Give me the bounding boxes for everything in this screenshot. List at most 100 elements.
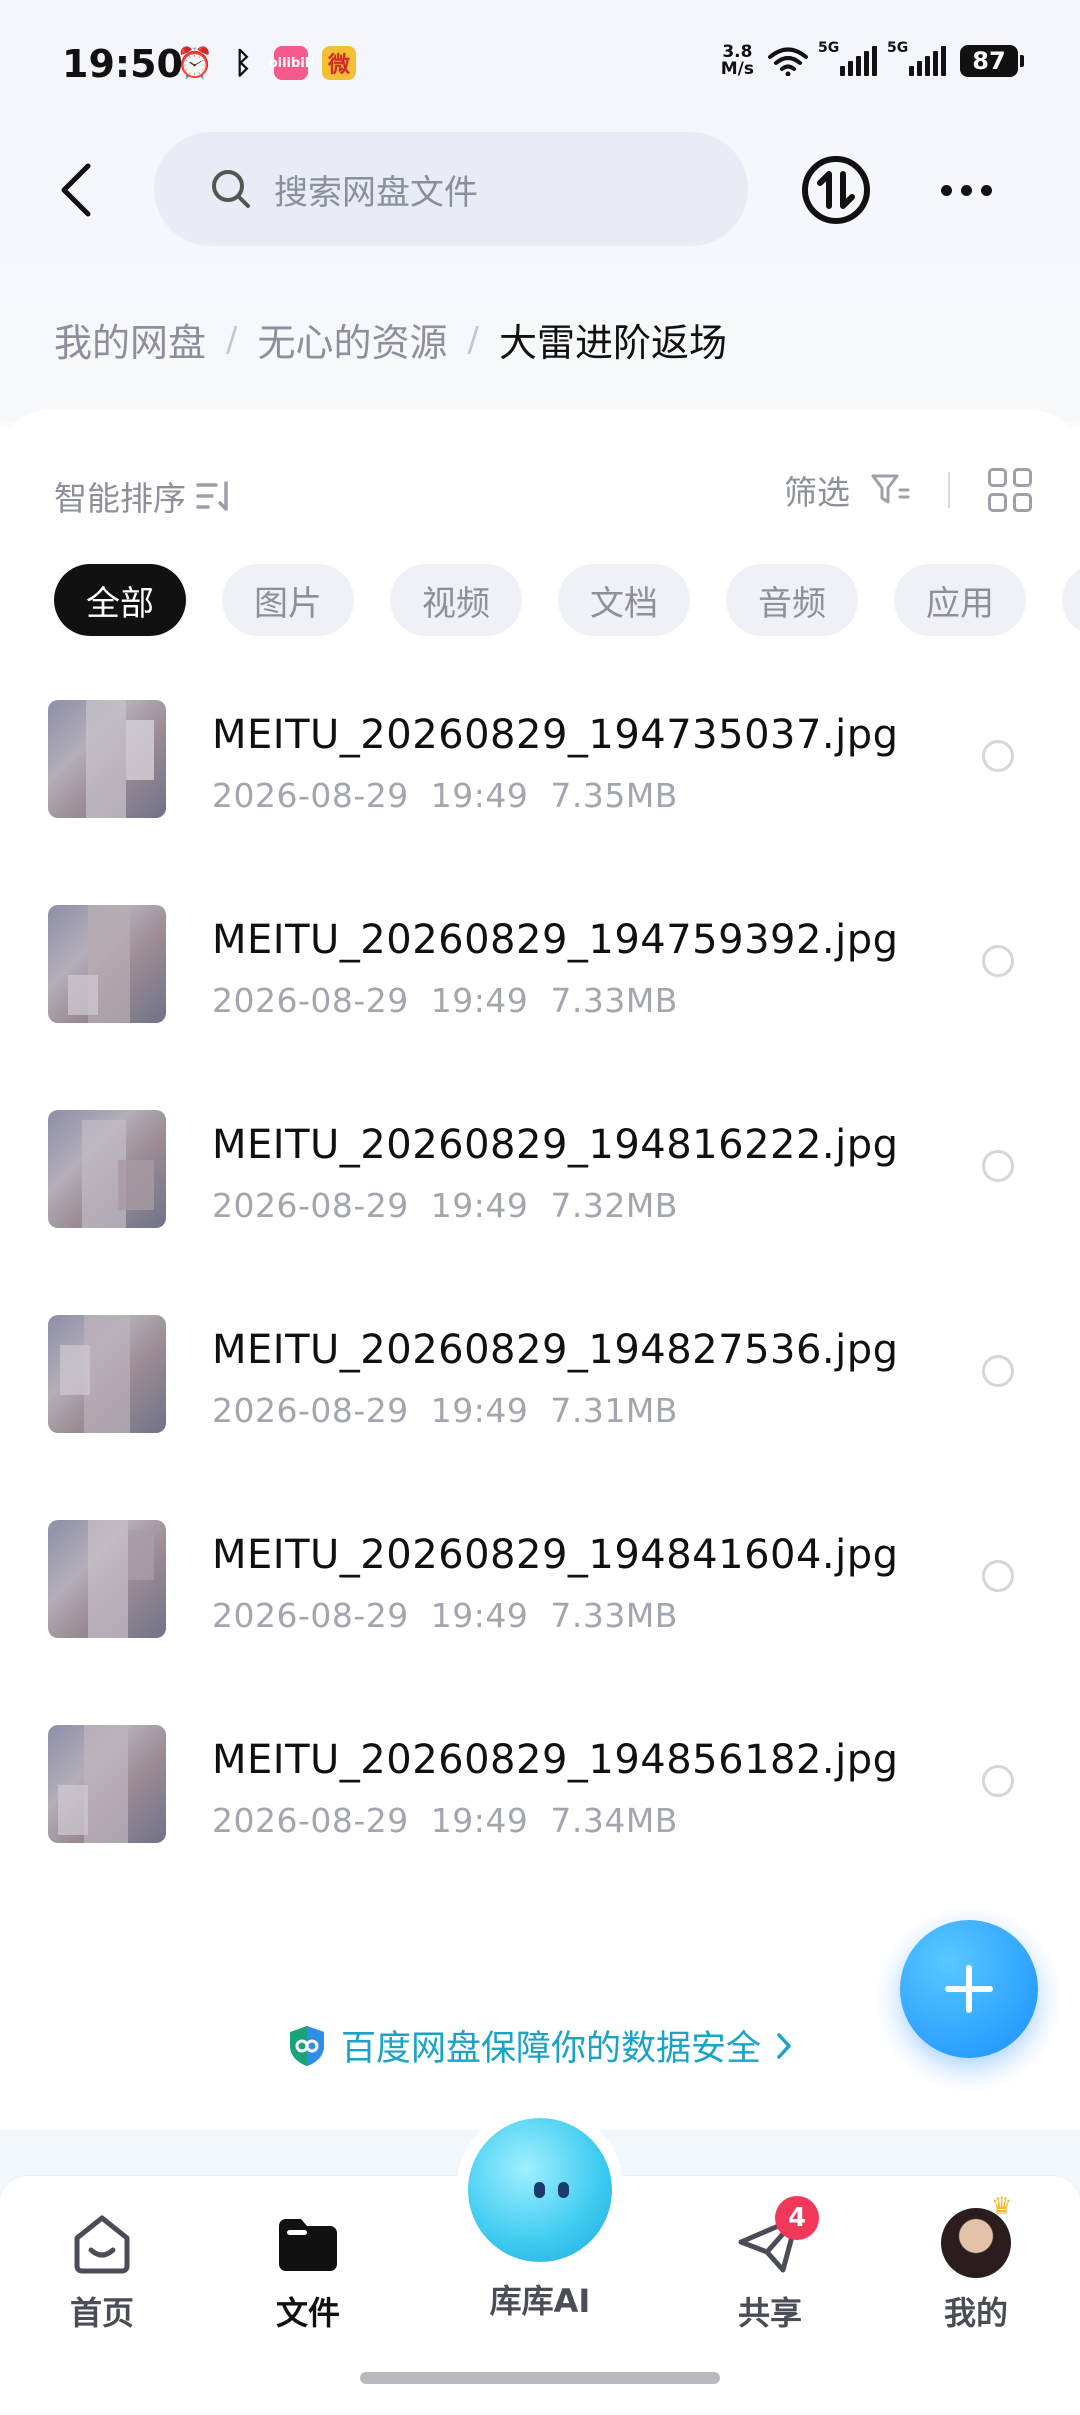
network-speed-unit: M/s (720, 59, 754, 79)
home-indicator (360, 2372, 720, 2384)
file-meta: 2026-08-29 19:49 7.35MB (212, 776, 678, 815)
add-button[interactable] (900, 1920, 1038, 2058)
chip-all[interactable]: 全部 (54, 564, 186, 636)
file-row[interactable]: MEITU_20260829_194759392.jpg 2026-08-29 … (0, 877, 1080, 1082)
filter-button[interactable]: 筛选 (784, 466, 850, 514)
nav-me[interactable]: ♛ 我的 (896, 2192, 1056, 2334)
file-time: 19:49 (430, 1596, 529, 1635)
chip-more-partial[interactable] (1062, 564, 1080, 636)
toolbar-divider (948, 472, 950, 508)
nav-files-label: 文件 (275, 2294, 340, 2332)
file-date: 2026-08-29 (212, 1596, 409, 1635)
breadcrumb-item-folder[interactable]: 无心的资源 (257, 312, 447, 367)
file-date: 2026-08-29 (212, 1801, 409, 1840)
nav-home-label: 首页 (69, 2294, 134, 2332)
category-chips: 全部 图片 视频 文档 音频 应用 (54, 564, 1080, 636)
file-row[interactable]: MEITU_20260829_194856182.jpg 2026-08-29 … (0, 1697, 1080, 1902)
file-row[interactable]: MEITU_20260829_194735037.jpg 2026-08-29 … (0, 672, 1080, 877)
file-meta: 2026-08-29 19:49 7.33MB (212, 1596, 678, 1635)
file-thumbnail (48, 1110, 166, 1228)
home-icon (74, 2215, 130, 2274)
file-meta: 2026-08-29 19:49 7.34MB (212, 1801, 678, 1840)
filter-icon[interactable] (870, 472, 910, 508)
file-size: 7.33MB (550, 1596, 678, 1635)
file-thumbnail (48, 1520, 166, 1638)
search-input[interactable]: 搜索网盘文件 (154, 132, 748, 246)
select-radio[interactable] (982, 1560, 1014, 1592)
security-text: 百度网盘保障你的数据安全 (340, 2029, 761, 2069)
back-button[interactable] (40, 150, 110, 230)
back-arrow-icon (61, 163, 91, 217)
nav-share[interactable]: 4 共享 (690, 2196, 850, 2334)
breadcrumb-separator: / (226, 319, 238, 360)
chevron-right-icon (777, 2032, 791, 2059)
select-radio[interactable] (982, 1150, 1014, 1182)
select-radio[interactable] (982, 945, 1014, 977)
chip-images[interactable]: 图片 (222, 564, 354, 636)
search-placeholder: 搜索网盘文件 (274, 172, 478, 213)
share-badge: 4 (775, 2196, 819, 2240)
file-row[interactable]: MEITU_20260829_194841604.jpg 2026-08-29 … (0, 1492, 1080, 1697)
search-icon (212, 170, 250, 208)
file-name: MEITU_20260829_194827536.jpg (212, 1327, 899, 1373)
nav-files[interactable]: 文件 (228, 2208, 388, 2334)
file-name: MEITU_20260829_194735037.jpg (212, 712, 899, 758)
crown-icon: ♛ (991, 2192, 1013, 2220)
battery-indicator: 87 (960, 45, 1024, 77)
status-icons-left: ⏰ ᛒ bilibili 微 (176, 45, 356, 81)
avatar: ♛ (941, 2192, 1013, 2278)
file-name: MEITU_20260829_194841604.jpg (212, 1532, 899, 1578)
status-icons-right: 3.8 M/s 5G 5G 87 (721, 40, 1024, 78)
nav-home[interactable]: 首页 (22, 2208, 182, 2334)
signal-2-label: 5G (887, 40, 909, 56)
nav-share-label: 共享 (737, 2294, 802, 2332)
filter-toolbar: 筛选 (784, 466, 1032, 514)
plus-icon (945, 1965, 993, 2013)
ai-eye-icon (534, 2182, 545, 2198)
file-time: 19:49 (430, 1186, 529, 1225)
file-thumbnail (48, 1725, 166, 1843)
file-meta: 2026-08-29 19:49 7.31MB (212, 1391, 678, 1430)
file-row[interactable]: MEITU_20260829_194827536.jpg 2026-08-29 … (0, 1287, 1080, 1492)
weibo-icon: 微 (322, 46, 356, 80)
signal-icon-1: 5G (818, 40, 877, 76)
grid-view-icon[interactable] (988, 468, 1032, 512)
page: 19:50 ⏰ ᛒ bilibili 微 3.8 M/s 5G 5G 87 搜索… (0, 0, 1080, 2415)
file-time: 19:49 (430, 981, 529, 1020)
file-size: 7.35MB (550, 776, 678, 815)
chip-apps[interactable]: 应用 (894, 564, 1026, 636)
sort-button[interactable]: 智能排序 (54, 472, 236, 520)
breadcrumb: 我的网盘 / 无心的资源 / 大雷进阶返场 (54, 312, 727, 367)
ai-assistant-button[interactable] (468, 2118, 612, 2262)
file-size: 7.33MB (550, 981, 678, 1020)
breadcrumb-item-my-disk[interactable]: 我的网盘 (54, 312, 206, 367)
chip-videos[interactable]: 视频 (390, 564, 522, 636)
shield-icon (289, 2025, 324, 2066)
more-dot-icon (940, 184, 952, 196)
chip-documents[interactable]: 文档 (558, 564, 690, 636)
select-radio[interactable] (982, 740, 1014, 772)
file-meta: 2026-08-29 19:49 7.32MB (212, 1186, 678, 1225)
file-list: MEITU_20260829_194735037.jpg 2026-08-29 … (0, 672, 1080, 1902)
file-date: 2026-08-29 (212, 981, 409, 1020)
header: 搜索网盘文件 (0, 130, 1080, 250)
file-size: 7.31MB (550, 1391, 678, 1430)
file-thumbnail (48, 1315, 166, 1433)
folder-icon (279, 2219, 337, 2271)
transfer-list-icon[interactable] (800, 154, 872, 226)
select-radio[interactable] (982, 1765, 1014, 1797)
breadcrumb-item-current: 大雷进阶返场 (498, 321, 727, 365)
file-size: 7.32MB (550, 1186, 678, 1225)
chip-audio[interactable]: 音频 (726, 564, 858, 636)
status-bar: 19:50 ⏰ ᛒ bilibili 微 3.8 M/s 5G 5G 87 (0, 0, 1080, 130)
file-name: MEITU_20260829_194856182.jpg (212, 1737, 899, 1783)
bluetooth-icon: ᛒ (234, 45, 252, 81)
nav-ai-label: 库库AI (489, 2282, 591, 2320)
file-name: MEITU_20260829_194759392.jpg (212, 917, 899, 963)
network-speed: 3.8 M/s (721, 44, 754, 78)
file-date: 2026-08-29 (212, 776, 409, 815)
file-time: 19:49 (430, 1801, 529, 1840)
more-options-button[interactable] (930, 166, 1002, 214)
file-row[interactable]: MEITU_20260829_194816222.jpg 2026-08-29 … (0, 1082, 1080, 1287)
select-radio[interactable] (982, 1355, 1014, 1387)
